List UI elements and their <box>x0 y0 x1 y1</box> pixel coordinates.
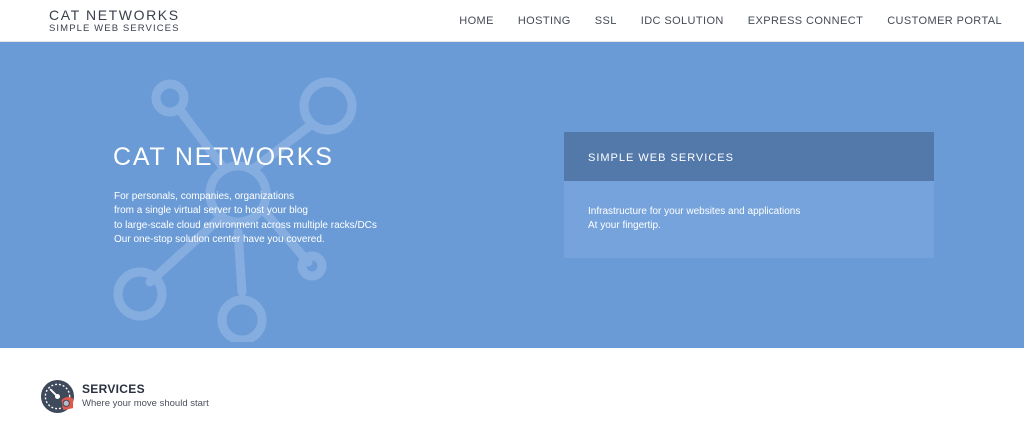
nav-idc-solution[interactable]: IDC SOLUTION <box>641 15 724 27</box>
nav-customer-portal[interactable]: CUSTOMER PORTAL <box>887 15 1002 27</box>
hero-description-line: Our one-stop solution center have you co… <box>114 233 325 245</box>
hero-description-line: For personals, companies, organizations <box>114 191 295 202</box>
panel-body-line: Infrastructure for your websites and app… <box>588 206 801 217</box>
services-title: SERVICES <box>82 382 145 396</box>
gauge-gear-icon <box>40 379 75 414</box>
hero-section: CAT NETWORKS For personals, companies, o… <box>0 42 1024 348</box>
panel-body-line: At your fingertip. <box>588 220 661 232</box>
nav-home[interactable]: HOME <box>459 15 494 27</box>
panel-body: Infrastructure for your websites and app… <box>564 181 934 258</box>
brand-subtitle: SIMPLE WEB SERVICES <box>49 23 180 34</box>
brand-logo[interactable]: CAT NETWORKS SIMPLE WEB SERVICES <box>49 7 180 35</box>
brand-title: CAT NETWORKS <box>49 7 180 23</box>
panel-heading: SIMPLE WEB SERVICES <box>564 132 934 181</box>
hero-description-line: from a single virtual server to host you… <box>114 205 308 217</box>
nav-express-connect[interactable]: EXPRESS CONNECT <box>748 15 863 27</box>
site-header: CAT NETWORKS SIMPLE WEB SERVICES HOME HO… <box>0 0 1024 42</box>
nav-ssl[interactable]: SSL <box>595 15 617 27</box>
main-nav: HOME HOSTING SSL IDC SOLUTION EXPRESS CO… <box>435 0 1002 42</box>
hero-description-line: to large-scale cloud environment across … <box>114 219 377 231</box>
nav-hosting[interactable]: HOSTING <box>518 15 571 27</box>
info-panel: SIMPLE WEB SERVICES Infrastructure for y… <box>564 132 934 258</box>
services-subtitle: Where your move should start <box>82 398 209 409</box>
hero-description: For personals, companies, organizations … <box>114 190 434 247</box>
hero-title: CAT NETWORKS <box>113 143 334 171</box>
services-section: SERVICES Where your move should start <box>0 348 1024 428</box>
